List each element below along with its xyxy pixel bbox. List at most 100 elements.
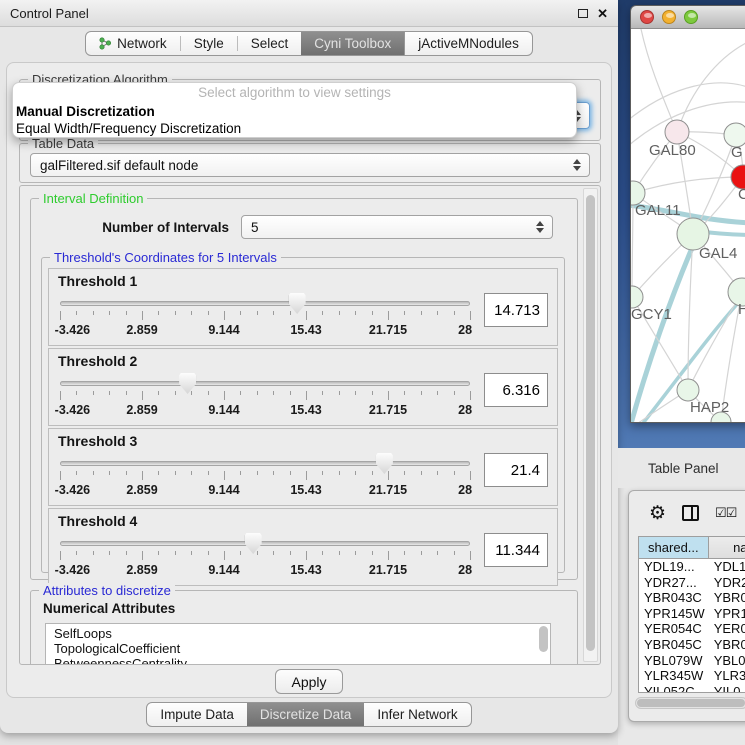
- network-window-titlebar: [631, 6, 745, 29]
- float-window-icon[interactable]: [578, 9, 588, 18]
- threshold-slider[interactable]: -3.4262.8599.14415.4321.71528: [60, 373, 470, 423]
- popup-menu-item[interactable]: Equal Width/Frequency Discretization: [13, 120, 576, 137]
- table-row[interactable]: YER054CYER0: [639, 621, 745, 637]
- tab-discretize-data[interactable]: Discretize Data: [247, 703, 365, 726]
- gear-icon[interactable]: ⚙: [649, 502, 666, 525]
- slider-track[interactable]: [60, 381, 470, 386]
- tab-select[interactable]: Select: [238, 32, 302, 55]
- cell-name[interactable]: YPR1: [709, 606, 745, 622]
- attribute-item[interactable]: TopologicalCoefficient: [54, 641, 550, 656]
- threshold-slider[interactable]: -3.4262.8599.14415.4321.71528: [60, 533, 470, 583]
- mac-zoom-button[interactable]: [684, 10, 698, 24]
- threshold-value-field[interactable]: 6.316: [484, 373, 548, 407]
- threshold-value-field[interactable]: 21.4: [484, 453, 548, 487]
- network-node-gal80[interactable]: [665, 120, 689, 144]
- cell-name[interactable]: YBL0: [709, 653, 745, 669]
- network-edge[interactable]: [641, 29, 677, 132]
- network-canvas[interactable]: GAL80GCGAL11GAL4GCY1HHAP2: [631, 29, 745, 423]
- network-edge[interactable]: [631, 422, 721, 423]
- interval-definition-group: Interval Definition Number of Intervals …: [30, 198, 578, 580]
- table-header: shared... name: [639, 537, 745, 559]
- cell-name[interactable]: YER0: [709, 621, 745, 637]
- slider-track[interactable]: [60, 301, 470, 306]
- table-data-combobox[interactable]: galFiltered.sif default node: [30, 153, 590, 177]
- cell-shared-name[interactable]: YBR043C: [639, 590, 709, 606]
- network-view-window: GAL80GCGAL11GAL4GCY1HHAP2: [630, 5, 745, 423]
- tab-cyni-toolbox[interactable]: Cyni Toolbox: [301, 32, 404, 55]
- group-title: Attributes to discretize: [39, 583, 175, 598]
- scrollbar-thumb[interactable]: [586, 195, 595, 651]
- tab-style[interactable]: Style: [181, 32, 237, 55]
- cell-name[interactable]: YLR3: [709, 668, 745, 684]
- popup-prompt: Select algorithm to view settings: [13, 85, 576, 103]
- cell-shared-name[interactable]: YDR27...: [639, 575, 709, 591]
- cell-name[interactable]: YBR0: [709, 637, 745, 653]
- node-label: GAL11: [635, 202, 681, 219]
- network-edge[interactable]: [688, 292, 742, 390]
- slider-ticks: [60, 471, 470, 481]
- cell-shared-name[interactable]: YLR345W: [639, 668, 709, 684]
- threshold-label: Threshold 4: [58, 513, 548, 531]
- table-row[interactable]: YBL079WYBL0: [639, 653, 745, 669]
- checkbox-icons[interactable]: ☑☑: [715, 505, 736, 521]
- network-node-gcy1[interactable]: [631, 286, 643, 308]
- apply-button[interactable]: Apply: [275, 669, 343, 694]
- tab-infer-network[interactable]: Infer Network: [364, 703, 470, 726]
- attributes-group: Attributes to discretize Numerical Attri…: [30, 590, 578, 665]
- cell-shared-name[interactable]: YBR045C: [639, 637, 709, 653]
- attribute-item[interactable]: BetweennessCentrality: [54, 656, 550, 665]
- popup-items: Manual DiscretizationEqual Width/Frequen…: [13, 103, 576, 137]
- table-hscrollbar[interactable]: [635, 697, 745, 709]
- cell-shared-name[interactable]: YBL079W: [639, 653, 709, 669]
- table-row[interactable]: YBR045CYBR0: [639, 637, 745, 653]
- cell-shared-name[interactable]: YIL052C: [639, 684, 709, 693]
- threshold-value-field[interactable]: 14.713: [484, 293, 548, 327]
- table-row[interactable]: YDR27...YDR2: [639, 575, 745, 591]
- table-panel-title: Table Panel: [648, 461, 719, 476]
- tab-impute-data[interactable]: Impute Data: [147, 703, 247, 726]
- cell-name[interactable]: YDL1: [709, 559, 745, 575]
- network-edge[interactable]: [632, 193, 633, 297]
- threshold-value-field[interactable]: 11.344: [484, 533, 548, 567]
- table-row[interactable]: YPR145WYPR1: [639, 606, 745, 622]
- slider-track[interactable]: [60, 461, 470, 466]
- cell-name[interactable]: YDR2: [709, 575, 745, 591]
- cell-shared-name[interactable]: YER054C: [639, 621, 709, 637]
- mac-minimize-button[interactable]: [662, 10, 676, 24]
- column-header-shared[interactable]: shared...: [639, 537, 709, 558]
- threshold-panel: Threshold 3 -3.4262.8599.14415.4321.7152…: [48, 428, 558, 506]
- mac-close-button[interactable]: [640, 10, 654, 24]
- tab-jactivemnodules[interactable]: jActiveMNodules: [404, 32, 532, 55]
- close-icon[interactable]: ✕: [597, 7, 608, 20]
- cell-shared-name[interactable]: YDL19...: [639, 559, 709, 575]
- cell-name[interactable]: YIL0: [709, 684, 745, 693]
- split-column-icon[interactable]: [682, 505, 699, 521]
- table-row[interactable]: YIL052CYIL0: [639, 684, 745, 693]
- control-panel-titlebar: Control Panel ✕: [0, 0, 618, 27]
- network-edge[interactable]: [633, 177, 743, 193]
- threshold-slider[interactable]: -3.4262.8599.14415.4321.71528: [60, 453, 470, 503]
- node-table[interactable]: shared... name YDL19...YDL1YDR27...YDR2Y…: [638, 536, 745, 693]
- numerical-attributes-list[interactable]: SelfLoopsTopologicalCoefficientBetweenne…: [45, 623, 551, 665]
- bottom-tab-bar: Impute Data Discretize Data Infer Networ…: [0, 702, 618, 727]
- threshold-label: Threshold 2: [58, 353, 548, 371]
- tab-network[interactable]: Network: [86, 32, 180, 55]
- threshold-slider[interactable]: -3.4262.8599.14415.4321.71528: [60, 293, 470, 343]
- node-label: C: [738, 186, 745, 203]
- number-of-intervals-label: Number of Intervals: [31, 220, 229, 235]
- table-row[interactable]: YBR043CYBR0: [639, 590, 745, 606]
- cell-shared-name[interactable]: YPR145W: [639, 606, 709, 622]
- number-of-intervals-combobox[interactable]: 5: [241, 215, 553, 239]
- list-scrollbar[interactable]: [539, 626, 548, 652]
- slider-track[interactable]: [60, 541, 470, 546]
- panel-scrollbar[interactable]: [583, 188, 598, 662]
- column-header-name[interactable]: name: [709, 537, 745, 558]
- popup-menu-item[interactable]: Manual Discretization: [13, 103, 576, 120]
- attribute-item[interactable]: SelfLoops: [54, 626, 550, 641]
- network-node-hap2[interactable]: [677, 379, 699, 401]
- group-title: Threshold's Coordinates for 5 Intervals: [50, 250, 281, 265]
- cell-name[interactable]: YBR0: [709, 590, 745, 606]
- table-row[interactable]: YLR345WYLR3: [639, 668, 745, 684]
- scrollbar-thumb[interactable]: [637, 699, 745, 707]
- table-row[interactable]: YDL19...YDL1: [639, 559, 745, 575]
